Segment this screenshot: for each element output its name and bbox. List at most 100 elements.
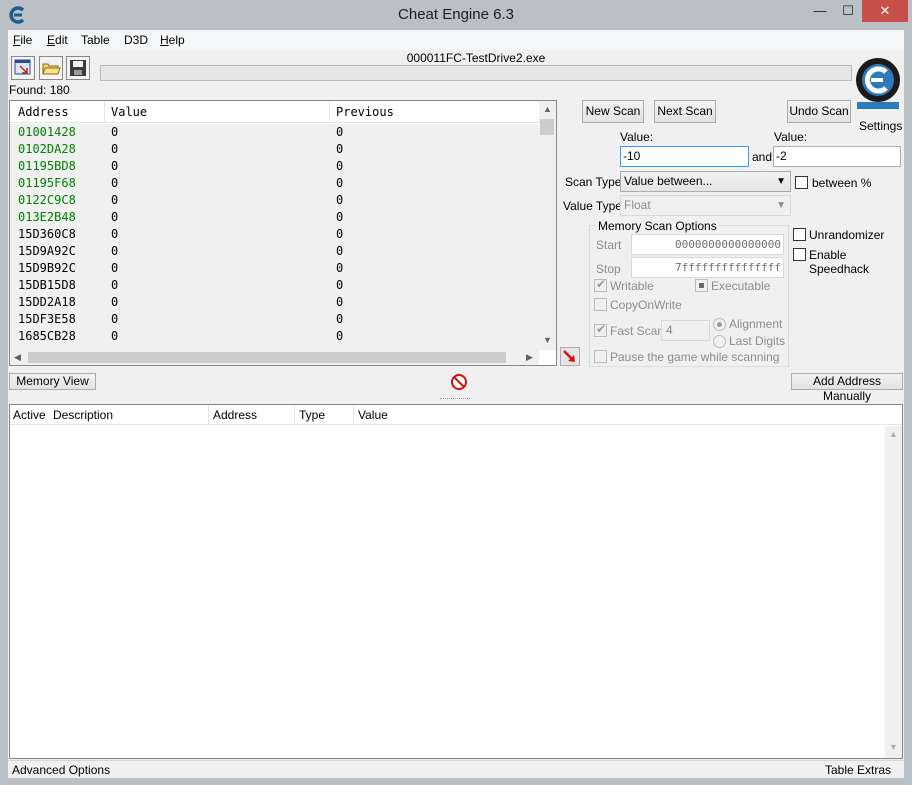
results-header: Address Value Previous xyxy=(10,101,539,123)
cell-previous: 0 xyxy=(336,176,344,190)
address-list-vertical-scrollbar[interactable]: ▲ ▼ xyxy=(885,426,902,758)
menu-file[interactable]: File xyxy=(13,33,32,47)
cell-address: 15DB15D8 xyxy=(18,278,76,292)
cell-value: 0 xyxy=(111,210,119,224)
scroll-down-arrow-icon[interactable]: ▼ xyxy=(543,335,552,345)
scroll-down-arrow-icon[interactable]: ▼ xyxy=(889,742,898,752)
advanced-options-link[interactable]: Advanced Options xyxy=(12,763,110,777)
menu-table[interactable]: Table xyxy=(81,33,110,47)
value-type-select[interactable]: Float ▼ xyxy=(620,195,791,216)
scroll-thumb-horizontal[interactable] xyxy=(28,352,506,363)
fast-scan-checkbox[interactable]: ✔ xyxy=(594,322,607,337)
cell-previous: 0 xyxy=(336,329,344,343)
scroll-thumb[interactable] xyxy=(540,119,554,135)
cell-value: 0 xyxy=(111,125,119,139)
scroll-up-arrow-icon[interactable]: ▲ xyxy=(889,429,898,439)
menu-d3d[interactable]: D3D xyxy=(124,33,148,47)
executable-checkbox[interactable] xyxy=(695,279,708,292)
writable-checkbox[interactable]: ✔ xyxy=(594,277,607,292)
column-value[interactable]: Value xyxy=(111,105,147,119)
table-row[interactable]: 1685CB28 0 0 xyxy=(10,328,539,345)
menu-help[interactable]: Help xyxy=(160,33,185,47)
last-digits-radio[interactable] xyxy=(713,335,726,348)
scroll-up-arrow-icon[interactable]: ▲ xyxy=(543,104,552,114)
table-row[interactable]: 15DD2A18 0 0 xyxy=(10,294,539,311)
value-input-to[interactable]: -2 xyxy=(773,146,901,167)
title-bar[interactable]: Cheat Engine 6.3 — ☐ ✕ xyxy=(0,0,912,30)
open-process-button[interactable] xyxy=(11,56,35,80)
menu-edit[interactable]: Edit xyxy=(47,33,68,47)
scan-type-select[interactable]: Value between... ▼ xyxy=(620,171,791,192)
chevron-down-icon: ▼ xyxy=(776,200,786,211)
column-value[interactable]: Value xyxy=(358,408,388,422)
value-input-from[interactable]: -10 xyxy=(620,146,749,167)
results-vertical-scrollbar[interactable]: ▲ ▼ xyxy=(539,101,556,350)
save-button[interactable] xyxy=(66,56,90,80)
table-row[interactable]: 15D9B92C 0 0 xyxy=(10,260,539,277)
column-description[interactable]: Description xyxy=(53,408,113,422)
open-file-button[interactable] xyxy=(39,56,63,80)
fast-scan-label: Fast Scan xyxy=(610,324,665,338)
stop-address-input[interactable]: 7fffffffffffffff xyxy=(631,257,784,278)
cell-address: 15D9B92C xyxy=(18,261,76,275)
column-address[interactable]: Address xyxy=(18,105,69,119)
scroll-right-arrow-icon[interactable]: ▶ xyxy=(526,352,533,363)
cell-previous: 0 xyxy=(336,278,344,292)
between-percent-checkbox[interactable] xyxy=(795,176,808,189)
table-row[interactable]: 15D9A92C 0 0 xyxy=(10,243,539,260)
open-file-icon xyxy=(42,63,61,75)
executable-label: Executable xyxy=(711,279,771,293)
add-address-manually-button[interactable]: Add Address Manually xyxy=(791,373,903,403)
enable-speedhack-checkbox[interactable] xyxy=(793,248,806,261)
column-previous[interactable]: Previous xyxy=(336,105,394,119)
table-row[interactable]: 15D360C8 0 0 xyxy=(10,226,539,243)
cell-previous: 0 xyxy=(336,142,344,156)
table-row[interactable]: 01001428 0 0 xyxy=(10,124,539,141)
copy-on-write-checkbox[interactable] xyxy=(594,298,607,311)
cell-value: 0 xyxy=(111,244,119,258)
table-row[interactable]: 15DF3E58 0 0 xyxy=(10,311,539,328)
alignment-radio[interactable] xyxy=(713,318,726,331)
add-selected-to-list-button[interactable] xyxy=(560,347,580,366)
scroll-left-arrow-icon[interactable]: ◀ xyxy=(14,352,21,363)
table-row[interactable]: 0122C9C8 0 0 xyxy=(10,192,539,209)
undo-scan-button[interactable]: Undo Scan xyxy=(787,100,851,123)
minimize-button[interactable]: — xyxy=(806,0,834,22)
table-extras-link[interactable]: Table Extras xyxy=(825,763,891,777)
column-type[interactable]: Type xyxy=(299,408,325,422)
column-active[interactable]: Active xyxy=(13,408,46,422)
address-list[interactable]: Active Description Address Type Value ▲ … xyxy=(9,404,903,759)
table-row[interactable]: 15DB15D8 0 0 xyxy=(10,277,539,294)
memory-view-button[interactable]: Memory View xyxy=(9,373,96,390)
unrandomizer-checkbox[interactable] xyxy=(793,228,806,241)
next-scan-button[interactable]: Next Scan xyxy=(654,100,716,123)
pause-game-checkbox[interactable] xyxy=(594,350,607,363)
cheat-engine-logo-icon[interactable] xyxy=(853,50,903,110)
cell-address: 15DF3E58 xyxy=(18,312,76,326)
between-percent-label: between % xyxy=(812,176,872,190)
table-row[interactable]: 0102DA28 0 0 xyxy=(10,141,539,158)
close-button[interactable]: ✕ xyxy=(862,0,908,22)
cell-address: 01195BD8 xyxy=(18,159,76,173)
column-address[interactable]: Address xyxy=(213,408,257,422)
cell-value: 0 xyxy=(111,142,119,156)
cell-value: 0 xyxy=(111,278,119,292)
table-row[interactable]: 01195BD8 0 0 xyxy=(10,158,539,175)
table-row[interactable]: 01195F68 0 0 xyxy=(10,175,539,192)
cell-address: 15D9A92C xyxy=(18,244,76,258)
maximize-button[interactable]: ☐ xyxy=(834,0,862,22)
results-horizontal-scrollbar[interactable]: ◀ ▶ xyxy=(10,350,539,365)
start-address-input[interactable]: 0000000000000000 xyxy=(631,234,784,255)
cheat-engine-window: Cheat Engine 6.3 — ☐ ✕ File Edit Table D… xyxy=(0,0,912,785)
settings-link[interactable]: Settings xyxy=(859,119,902,133)
new-scan-button[interactable]: New Scan xyxy=(582,100,644,123)
scan-results-list[interactable]: Address Value Previous 01001428 0 0 0102DA2… xyxy=(9,100,557,366)
panel-splitter[interactable] xyxy=(8,396,904,402)
stop-scan-button[interactable] xyxy=(450,373,468,391)
cell-value: 0 xyxy=(111,261,119,275)
fast-scan-alignment-input[interactable]: 4 xyxy=(661,320,710,341)
cell-address: 013E2B48 xyxy=(18,210,76,224)
table-row[interactable]: 013E2B48 0 0 xyxy=(10,209,539,226)
cell-value: 0 xyxy=(111,176,119,190)
main-client-area: File Edit Table D3D Help 000011FC-TestDr… xyxy=(8,30,904,778)
